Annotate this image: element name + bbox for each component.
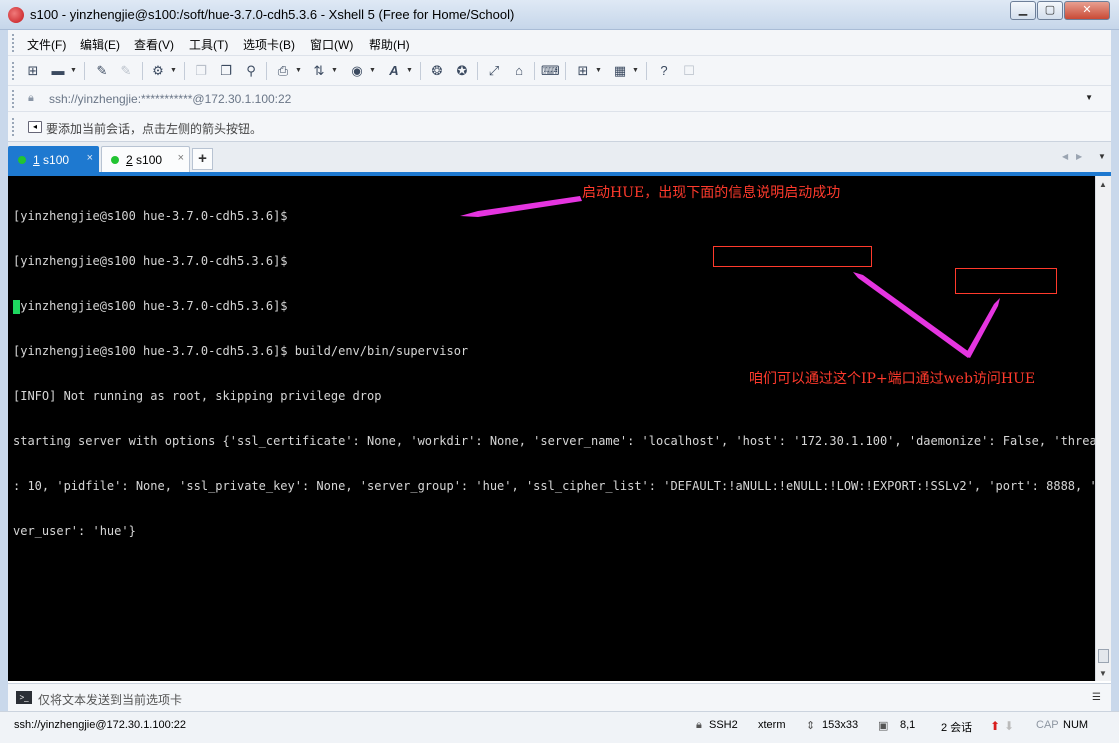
tab-close-icon[interactable]: ×	[87, 152, 93, 164]
compose-icon[interactable]: >_	[16, 691, 32, 704]
menu-edit[interactable]: 编辑(E)	[80, 36, 120, 53]
tab-strip: 1 s100 × 2 s100 × + ◀ ▶ ▼	[8, 142, 1111, 176]
transfer-dropdown-icon[interactable]: ▼	[331, 67, 338, 74]
chat-icon[interactable]: ☐	[680, 62, 698, 80]
help-icon[interactable]: ?	[655, 62, 673, 80]
add-tab-icon[interactable]: ⊞	[574, 62, 592, 80]
window-title: s100 - yinzhengjie@s100:/soft/hue-3.7.0-…	[30, 7, 515, 22]
terminal[interactable]: [yinzhengjie@s100 hue-3.7.0-cdh5.3.6]$ […	[8, 176, 1095, 681]
status-bar: ssh://yinzhengjie@172.30.1.100:22 🔒︎ SSH…	[0, 711, 1119, 743]
arrow-to-host	[853, 272, 972, 358]
disconnect-icon[interactable]: ✎	[117, 62, 135, 80]
paste-icon[interactable]: ❐	[217, 62, 235, 80]
xmanager-icon[interactable]: ✪	[453, 62, 471, 80]
menu-view[interactable]: 查看(V)	[134, 36, 174, 53]
copy-icon[interactable]: ❐	[192, 62, 210, 80]
menu-bar: 文件(F) 编辑(E) 查看(V) 工具(T) 选项卡(B) 窗口(W) 帮助(…	[8, 30, 1111, 56]
status-sessions: 2 会话	[941, 722, 973, 734]
minimize-button[interactable]: ▁	[1010, 1, 1036, 20]
layout-icon[interactable]: ▦	[611, 62, 629, 80]
status-size: 153x33	[822, 719, 859, 731]
arrow-to-command	[460, 196, 582, 217]
fullscreen-icon[interactable]: ⤢	[485, 62, 503, 80]
upload-arrow-icon: ⬆	[990, 719, 1001, 733]
add-tab-button[interactable]: +	[192, 148, 213, 170]
new-session-icon[interactable]: ⊞	[24, 62, 42, 80]
resize-icon: ⇕	[806, 720, 816, 732]
open-folder-icon[interactable]: ▬	[49, 62, 67, 80]
tab-close-icon[interactable]: ×	[178, 152, 184, 164]
lock-icon[interactable]: ⌂	[510, 62, 528, 80]
keyboard-icon[interactable]: ⌨	[541, 62, 560, 80]
address-bar: 🔒︎ ssh://yinzhengjie:***********@172.30.…	[8, 86, 1111, 112]
address-dropdown-icon[interactable]: ▼	[1085, 93, 1093, 102]
menu-tools[interactable]: 工具(T)	[189, 36, 228, 53]
session-tip-bar: ◂ 要添加当前会话，点击左侧的箭头按钮。	[8, 112, 1111, 142]
tab-s100-1[interactable]: 1 s100 ×	[8, 146, 99, 172]
globe-icon[interactable]: ◉	[348, 62, 366, 80]
window-frame-right	[1111, 30, 1119, 743]
compose-bar: >_ 仅将文本发送到当前选项卡 ☰	[8, 683, 1111, 711]
scroll-thumb[interactable]	[1098, 649, 1109, 663]
add-tab-dropdown-icon[interactable]: ▼	[595, 67, 602, 74]
window-frame-left	[0, 30, 8, 743]
open-dropdown-icon[interactable]: ▼	[70, 67, 77, 74]
connect-icon[interactable]: ✎	[93, 62, 111, 80]
address-grip[interactable]	[12, 90, 15, 108]
status-protocol: SSH2	[709, 719, 738, 731]
terminal-scrollbar[interactable]: ▲ ▼	[1095, 176, 1111, 681]
toolbar: ⊞ ▬ ▼ ✎ ✎ ⚙ ▼ ❐ ❐ ⚲ ⎙ ▼ ⇅ ▼ ◉ ▼ A ▼ ❂ ✪ …	[8, 56, 1111, 86]
status-num: NUM	[1063, 719, 1089, 731]
tab-prev-icon[interactable]: ◀	[1062, 152, 1068, 161]
maximize-button[interactable]: ▢	[1037, 1, 1063, 20]
status-caps: CAP	[1036, 719, 1059, 731]
menu-tabs[interactable]: 选项卡(B)	[243, 36, 295, 53]
status-terminal-type: xterm	[758, 719, 786, 731]
transfer-icon[interactable]: ⇅	[310, 62, 328, 80]
properties-icon[interactable]: ⚙	[149, 62, 167, 80]
compose-input[interactable]: 仅将文本发送到当前选项卡	[38, 691, 182, 708]
menu-help[interactable]: 帮助(H)	[369, 36, 410, 53]
toolbar-grip[interactable]	[12, 62, 15, 80]
scroll-up-icon[interactable]: ▲	[1099, 180, 1107, 189]
layout-dropdown-icon[interactable]: ▼	[632, 67, 639, 74]
globe-dropdown-icon[interactable]: ▼	[369, 67, 376, 74]
status-connection: ssh://yinzhengjie@172.30.1.100:22	[14, 719, 187, 731]
compose-menu-icon[interactable]: ☰	[1092, 692, 1101, 703]
download-arrow-icon: ⬇	[1004, 719, 1015, 733]
tab-s100-2[interactable]: 2 s100 ×	[101, 146, 190, 172]
menu-window[interactable]: 窗口(W)	[310, 36, 353, 53]
connected-status-icon	[111, 156, 119, 164]
close-window-button[interactable]: ✕	[1064, 1, 1110, 20]
lock-status-icon: 🔒︎	[696, 719, 702, 731]
menu-file[interactable]: 文件(F)	[27, 36, 66, 53]
font-dropdown-icon[interactable]: ▼	[406, 67, 413, 74]
scroll-down-icon[interactable]: ▼	[1099, 669, 1107, 678]
annotation-arrows	[460, 196, 1000, 358]
tab-list-icon[interactable]: ▼	[1098, 152, 1106, 161]
lock-icon: 🔒︎	[28, 92, 34, 104]
tab-next-icon[interactable]: ▶	[1076, 152, 1082, 161]
status-position: 8,1	[900, 719, 916, 731]
xftp-icon[interactable]: ❂	[428, 62, 446, 80]
title-bar: s100 - yinzhengjie@s100:/soft/hue-3.7.0-…	[0, 0, 1119, 30]
find-icon[interactable]: ⚲	[242, 62, 260, 80]
print-dropdown-icon[interactable]: ▼	[295, 67, 302, 74]
session-tip-text: 要添加当前会话，点击左侧的箭头按钮。	[46, 122, 263, 136]
tab-label: 2 s100	[126, 153, 163, 167]
menu-grip[interactable]	[12, 34, 15, 52]
connected-status-icon	[18, 156, 26, 164]
print-icon[interactable]: ⎙	[274, 62, 292, 80]
tipbar-grip[interactable]	[12, 118, 15, 136]
cursor-position-icon: ▣	[878, 720, 889, 732]
session-manager-icon[interactable]: ◂	[28, 121, 42, 133]
arrow-to-port	[965, 298, 1000, 358]
font-icon[interactable]: A	[385, 62, 403, 80]
address-input[interactable]: ssh://yinzhengjie:***********@172.30.1.1…	[49, 92, 291, 106]
tab-label: 1 s100	[33, 153, 70, 167]
properties-dropdown-icon[interactable]: ▼	[170, 67, 177, 74]
xshell-app-icon[interactable]	[8, 7, 24, 23]
